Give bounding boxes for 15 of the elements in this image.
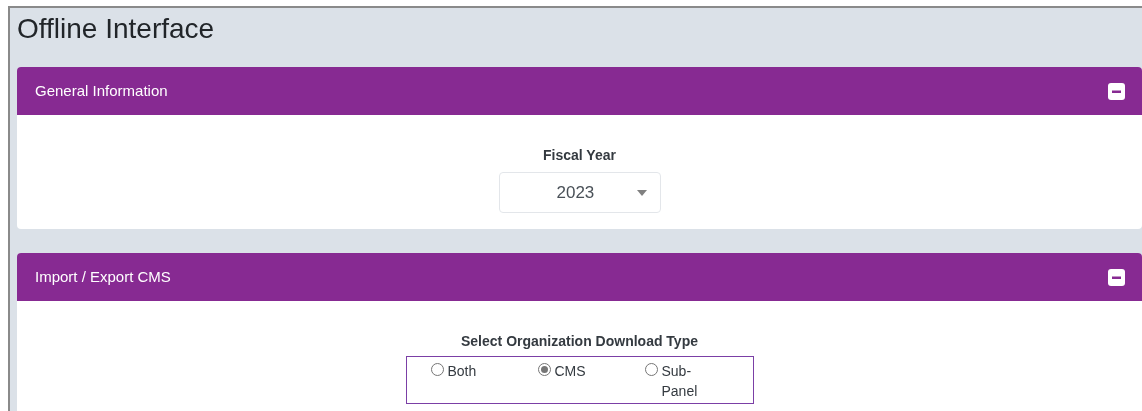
fiscal-year-select[interactable]: 2023 [498, 172, 661, 213]
radio-label: CMS [554, 362, 587, 381]
panel-title: General Information [35, 80, 168, 101]
panel-title: Import / Export CMS [35, 266, 171, 287]
collapse-icon[interactable] [1108, 268, 1125, 286]
caret-icon [636, 189, 647, 196]
radio-label: Both [447, 362, 478, 381]
radio-button[interactable] [537, 363, 551, 376]
radio-label: Sub-Panel [661, 362, 699, 401]
page-title: Offline Interface [17, 12, 215, 46]
field-label: Select Organization Download Type [461, 332, 698, 350]
collapse-icon[interactable] [1108, 82, 1125, 100]
radio-button[interactable] [430, 363, 444, 376]
radio-button[interactable] [644, 363, 658, 376]
field-label: Fiscal Year [543, 146, 616, 164]
